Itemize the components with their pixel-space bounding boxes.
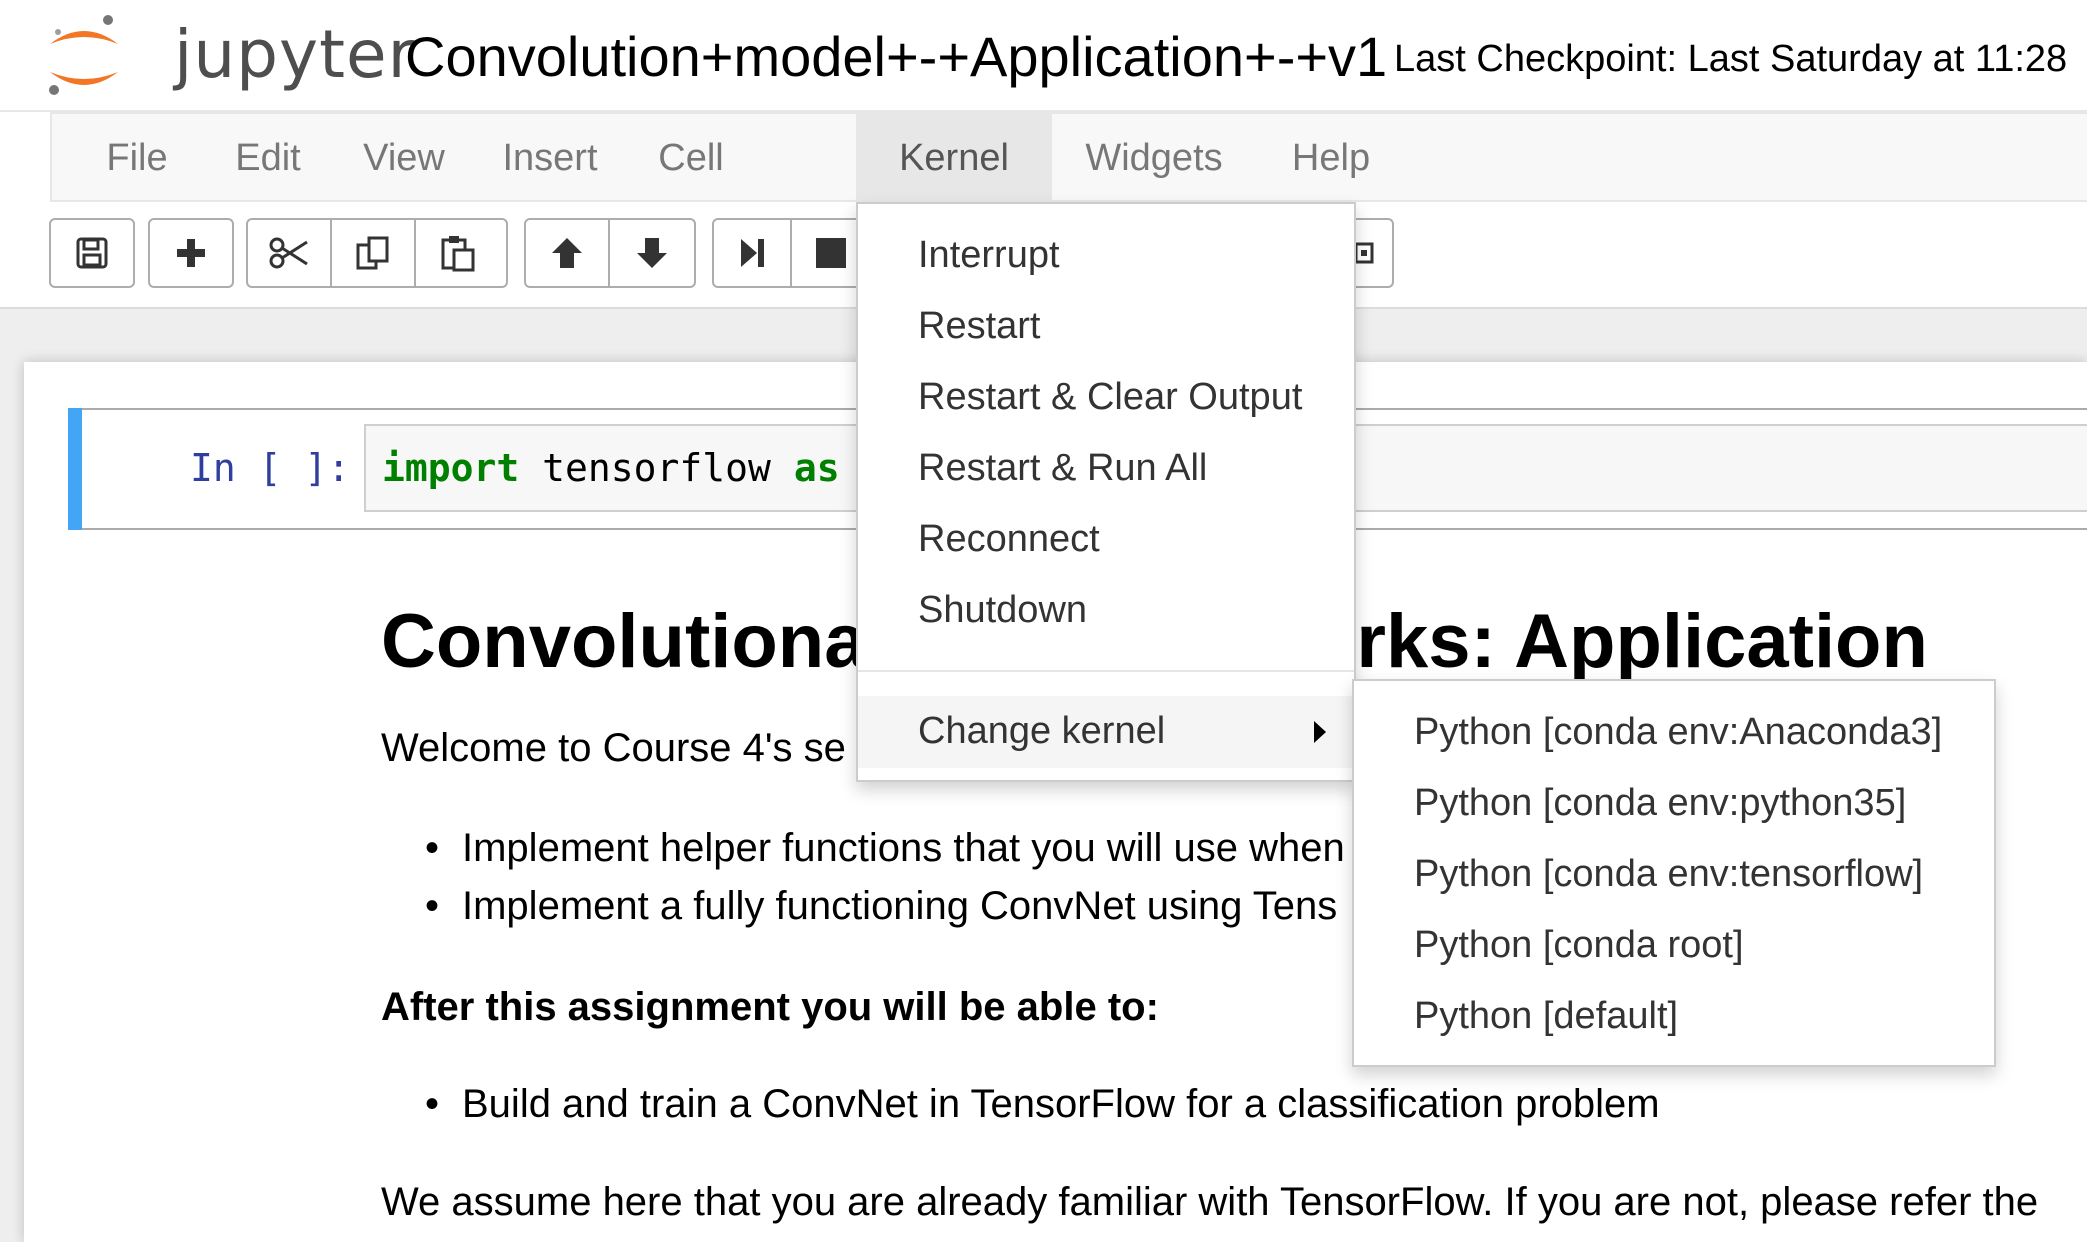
notebook-title[interactable]: Convolution+model+-+Application+-+v1 (405, 24, 1387, 89)
markdown-paragraph: We assume here that you are already fami… (381, 1180, 2039, 1224)
toolbar-group-save (49, 218, 135, 288)
bullet-marker: • (425, 1082, 440, 1126)
bullet-marker: • (425, 826, 440, 870)
menu-file[interactable]: File (72, 114, 202, 202)
menu-item-restart-run-all[interactable]: Restart & Run All (918, 447, 1207, 490)
move-down-button[interactable] (610, 220, 694, 286)
jupyter-logo-icon (49, 15, 118, 95)
paste-icon (441, 236, 475, 272)
run-cell-button[interactable] (714, 220, 793, 286)
markdown-heading: Convolutiona (381, 599, 867, 684)
toolbar-group-edit (246, 218, 508, 288)
menubar: File Edit View Insert Cell Kernel Widget… (50, 112, 2087, 202)
kernel-option-default[interactable]: Python [default] (1414, 995, 1678, 1038)
list-item: Build and train a ConvNet in TensorFlow … (462, 1082, 1660, 1126)
markdown-paragraph: Welcome to Course 4's se (381, 726, 846, 770)
menu-item-restart-clear-output[interactable]: Restart & Clear Output (918, 376, 1302, 419)
code-module: tensorflow (519, 446, 794, 490)
toolbar-group-move (524, 218, 696, 288)
save-button[interactable] (51, 220, 133, 286)
input-prompt: In [ ]: (190, 446, 351, 490)
copy-icon (356, 236, 389, 270)
toolbar-group-insert (148, 218, 234, 288)
menu-insert[interactable]: Insert (470, 114, 630, 202)
cell-selection-indicator (68, 408, 82, 530)
arrow-up-icon (552, 238, 582, 268)
menu-item-restart[interactable]: Restart (918, 305, 1040, 348)
code-keyword: as (793, 446, 840, 490)
stop-icon (816, 238, 847, 268)
run-icon (741, 239, 765, 267)
cut-icon (269, 237, 308, 269)
move-up-button[interactable] (526, 220, 610, 286)
menu-item-reconnect[interactable]: Reconnect (918, 518, 1100, 561)
menu-edit[interactable]: Edit (210, 114, 326, 202)
jupyter-logo[interactable]: jupyter (44, 10, 415, 100)
arrow-down-icon (637, 238, 667, 268)
insert-cell-button[interactable] (150, 220, 232, 286)
markdown-heading-continued: orks: Application (1310, 599, 1928, 684)
bullet-marker: • (425, 884, 440, 928)
list-item: Implement helper functions that you will… (462, 826, 1345, 870)
menu-divider (858, 670, 1354, 672)
keyboard-icon (1354, 242, 1374, 264)
menu-kernel[interactable]: Kernel (856, 114, 1052, 202)
notebook-header: jupyter Convolution+model+-+Application+… (0, 0, 2087, 112)
change-kernel-label: Change kernel (918, 710, 1166, 752)
caret-right-icon (1314, 721, 1326, 743)
checkpoint-status: Last Checkpoint: Last Saturday at 11:28 (1394, 38, 2068, 80)
menu-widgets[interactable]: Widgets (1054, 114, 1254, 202)
menu-cell[interactable]: Cell (630, 114, 752, 202)
save-icon (76, 237, 108, 269)
list-item: Implement a fully functioning ConvNet us… (462, 884, 1338, 928)
plus-icon (177, 239, 205, 267)
menu-item-change-kernel[interactable]: Change kernel (858, 696, 1354, 768)
markdown-bold-heading: After this assignment you will be able t… (381, 985, 1159, 1029)
toolbar-group-run (712, 218, 872, 288)
menu-item-shutdown[interactable]: Shutdown (918, 589, 1087, 632)
menu-view[interactable]: View (338, 114, 470, 202)
menu-item-interrupt[interactable]: Interrupt (918, 234, 1060, 277)
logo-text: jupyter (174, 16, 416, 93)
code-text[interactable]: import tensorflow as t (382, 446, 885, 490)
code-keyword: import (382, 446, 520, 490)
paste-button[interactable] (416, 220, 500, 286)
kernel-dropdown-menu: Interrupt Restart Restart & Clear Output… (856, 202, 1356, 782)
kernel-option-conda-root[interactable]: Python [conda root] (1414, 924, 1744, 967)
kernel-option-anaconda3[interactable]: Python [conda env:Anaconda3] (1414, 711, 1942, 754)
kernel-option-tensorflow[interactable]: Python [conda env:tensorflow] (1414, 853, 1923, 896)
copy-button[interactable] (332, 220, 416, 286)
cut-button[interactable] (248, 220, 332, 286)
menu-help[interactable]: Help (1258, 114, 1404, 202)
change-kernel-submenu: Python [conda env:Anaconda3] Python [con… (1352, 679, 1996, 1067)
kernel-option-python35[interactable]: Python [conda env:python35] (1414, 782, 1906, 825)
